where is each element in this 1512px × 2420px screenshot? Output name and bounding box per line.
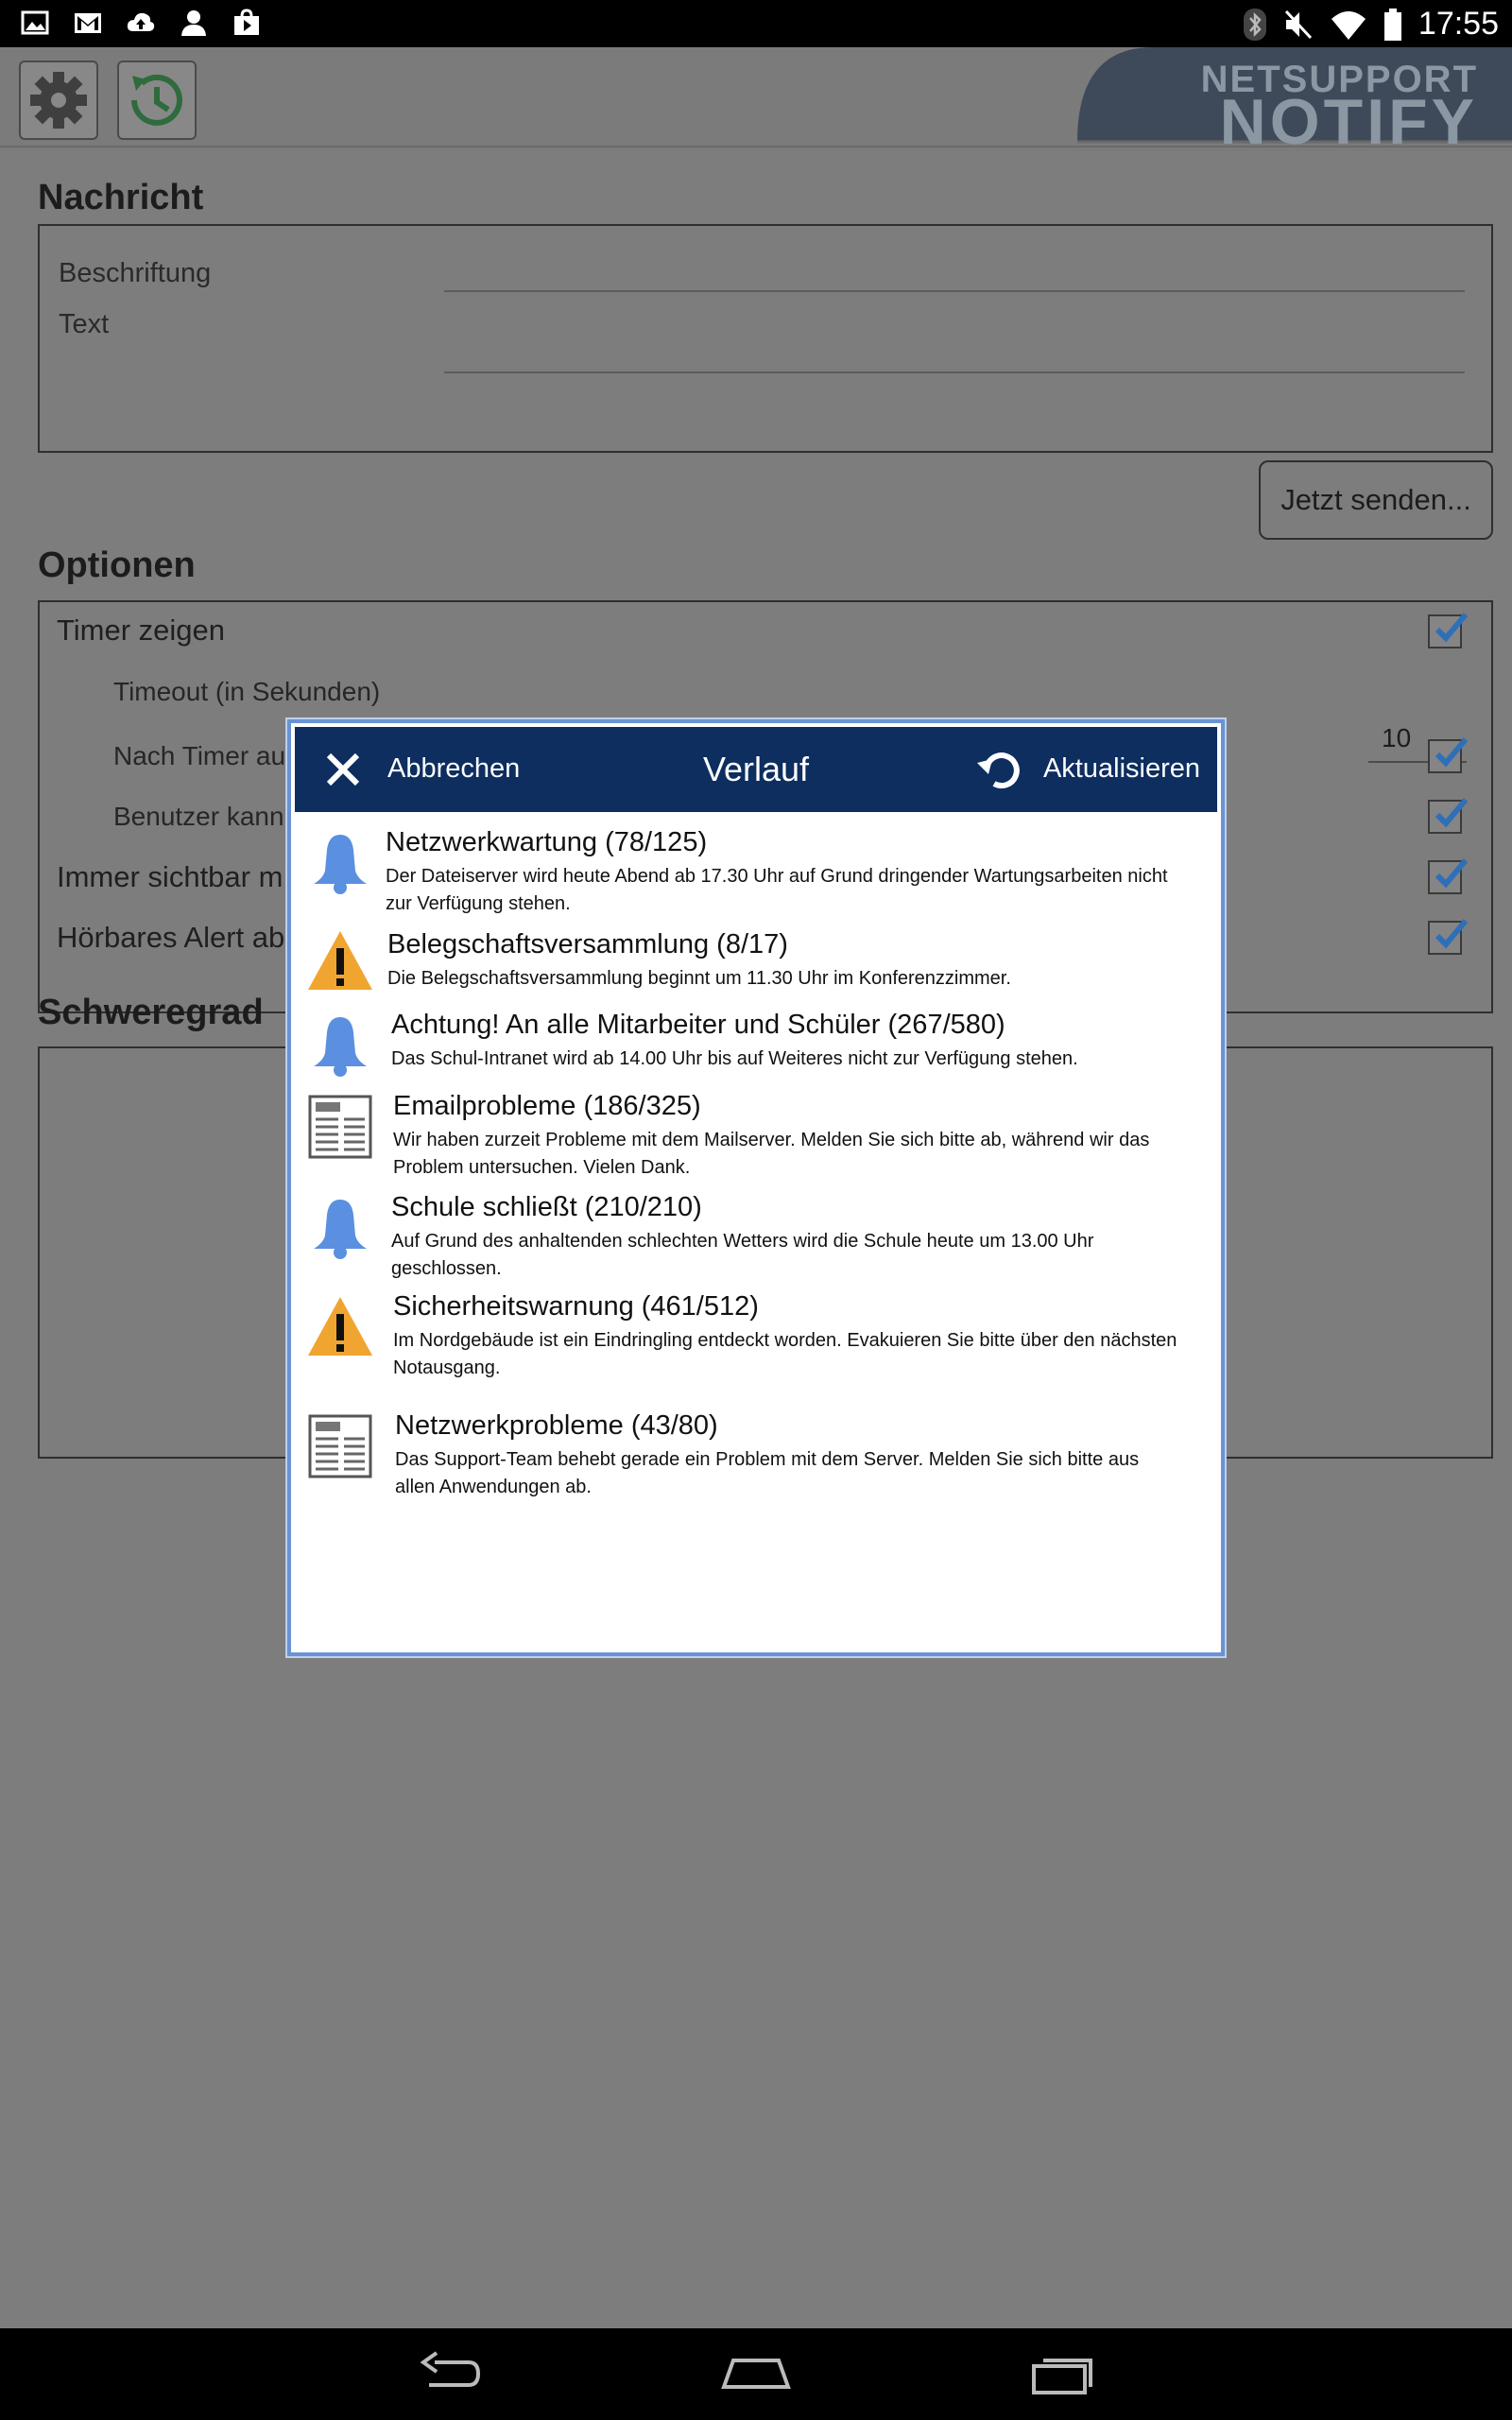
- severity-section-title: Schweregrad: [38, 993, 264, 1032]
- warning-icon: [308, 1297, 372, 1356]
- user-can-checkbox[interactable]: [1428, 798, 1469, 834]
- audible-alert-label: Hörbares Alert ab: [57, 921, 285, 954]
- dialog-header: Abbrechen Verlauf Aktualisieren: [295, 727, 1217, 812]
- history-item-title: Netzwerkprobleme (43/80): [395, 1410, 718, 1441]
- bell-icon: [314, 1017, 367, 1077]
- history-item-title: Sicherheitswarnung (461/512): [393, 1291, 759, 1322]
- history-item-title: Belegschaftsversammlung (8/17): [387, 929, 788, 959]
- mute-icon: [1284, 9, 1313, 39]
- caption-input[interactable]: [444, 264, 1465, 292]
- checkmark-icon: [1435, 858, 1469, 889]
- news-icon: [308, 1095, 372, 1159]
- clock: 17:55: [1418, 6, 1499, 42]
- history-button[interactable]: [117, 60, 197, 140]
- history-dialog: Abbrechen Verlauf Aktualisieren Netzwerk…: [287, 719, 1225, 1656]
- checkmark-icon: [1435, 798, 1469, 828]
- message-section-title: Nachricht: [38, 178, 204, 217]
- bell-icon: [314, 835, 367, 894]
- settings-button[interactable]: [19, 60, 98, 140]
- after-timer-label: Nach Timer au: [113, 741, 286, 770]
- status-bar: 17:55: [0, 0, 1512, 47]
- always-visible-label: Immer sichtbar m: [57, 860, 284, 893]
- history-item-text: Der Dateiserver wird heute Abend ab 17.3…: [386, 866, 1168, 914]
- battery-icon: [1383, 8, 1401, 41]
- user-can-label: Benutzer kann: [113, 802, 284, 831]
- history-item-text: Die Belegschaftsversammlung beginnt um 1…: [387, 968, 1011, 989]
- refresh-button[interactable]: Aktualisieren: [1043, 753, 1200, 785]
- history-item-text: Auf Grund des anhaltenden schlechten Wet…: [391, 1231, 1094, 1279]
- warning-icon: [308, 931, 372, 990]
- history-item-title: Achtung! An alle Mitarbeiter und Schüler…: [391, 1010, 1005, 1040]
- history-item-text: Im Nordgebäude ist ein Eindringling entd…: [393, 1330, 1177, 1378]
- bell-icon: [314, 1200, 367, 1259]
- cloud-upload-icon: [127, 12, 155, 31]
- app-toolbar: NETSUPPORT NOTIFY: [0, 47, 1512, 158]
- checkmark-icon: [1435, 737, 1469, 768]
- timeout-label: Timeout (in Sekunden): [113, 677, 381, 706]
- always-visible-checkbox[interactable]: [1428, 858, 1469, 894]
- notification-icons: [21, 8, 261, 38]
- wifi-icon: [1331, 10, 1366, 40]
- news-icon: [308, 1414, 372, 1478]
- toolbar-divider: [0, 146, 1512, 147]
- after-timer-checkbox[interactable]: [1428, 737, 1469, 773]
- gmail-icon: [75, 13, 101, 33]
- shopping-bag-icon: [234, 9, 259, 35]
- back-icon[interactable]: [416, 2349, 484, 2398]
- history-item-title: Netzwerkwartung (78/125): [386, 827, 708, 857]
- system-icons: 17:55: [1243, 6, 1499, 43]
- history-item-text: Das Support-Team behebt gerade ein Probl…: [395, 1449, 1140, 1497]
- caption-label: Beschriftung: [59, 258, 212, 288]
- message-box: Beschriftung Text: [38, 224, 1493, 453]
- checkmark-icon: [1435, 919, 1469, 949]
- history-clock-icon: [131, 74, 182, 126]
- text-label: Text: [59, 309, 110, 339]
- show-timer-label: Timer zeigen: [57, 614, 226, 647]
- gear-icon: [30, 72, 87, 129]
- text-input[interactable]: [444, 330, 1465, 373]
- history-item-text: Das Schul-Intranet wird ab 14.00 Uhr bis…: [391, 1048, 1078, 1069]
- home-icon[interactable]: [720, 2349, 792, 2398]
- history-item-text: Wir haben zurzeit Probleme mit dem Mails…: [393, 1130, 1150, 1178]
- send-now-button[interactable]: Jetzt senden...: [1259, 460, 1493, 540]
- bluetooth-icon: [1243, 8, 1266, 41]
- image-icon: [21, 10, 49, 35]
- audible-alert-checkbox[interactable]: [1428, 919, 1469, 955]
- brand-line2: NOTIFY: [1219, 86, 1478, 158]
- refresh-icon[interactable]: [975, 746, 1024, 795]
- person-icon: [181, 10, 206, 36]
- checkmark-icon: [1435, 613, 1469, 643]
- show-timer-checkbox[interactable]: [1428, 613, 1469, 648]
- recents-icon[interactable]: [1030, 2349, 1098, 2398]
- history-item-title: Emailprobleme (186/325): [393, 1091, 701, 1121]
- history-item-title: Schule schließt (210/210): [391, 1192, 702, 1222]
- navigation-bar: [0, 2328, 1512, 2420]
- options-section-title: Optionen: [38, 545, 196, 585]
